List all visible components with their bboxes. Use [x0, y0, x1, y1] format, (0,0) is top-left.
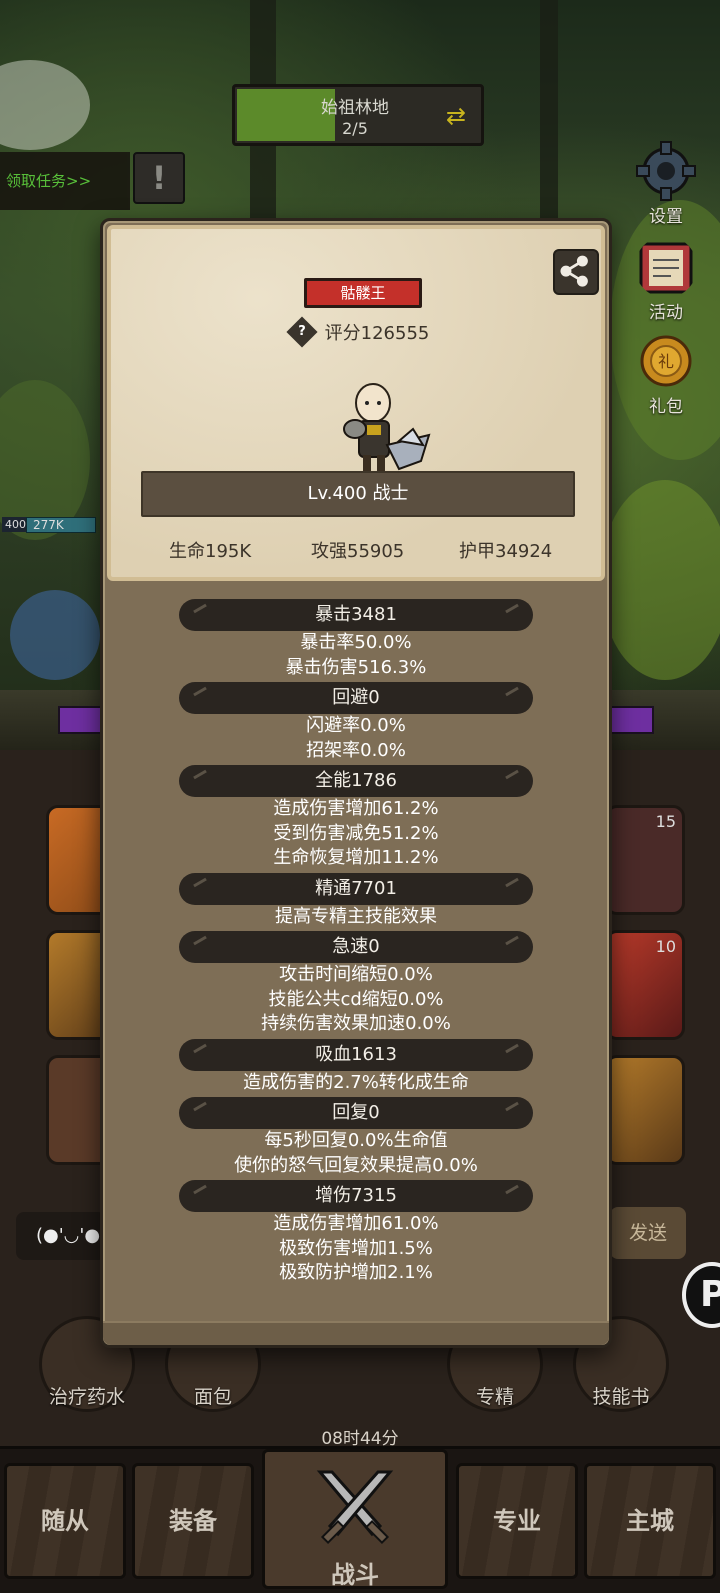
help-icon[interactable]: ? — [286, 316, 318, 348]
slot-count: 15 — [655, 812, 676, 831]
stat-section-header: 增伤7315 — [179, 1180, 533, 1212]
warrior-character-sprite — [343, 383, 431, 477]
stat-detail-line: 极致防护增加2.1% — [279, 1262, 433, 1283]
tab-main-city[interactable]: 主城 — [584, 1463, 716, 1579]
stat-section: 精通7701 提高专精主技能效果 — [103, 872, 609, 930]
activity-button[interactable]: 活动 — [626, 236, 706, 323]
stat-detail-line: 受到伤害减免51.2% — [273, 822, 439, 844]
stat-section: 吸血1613 造成伤害的2.7%转化成生命 — [103, 1038, 609, 1096]
stat-section: 全能1786 造成伤害增加61.2% 受到伤害减免51.2% 生命恢复增加11.2% — [103, 765, 609, 871]
emote-input[interactable]: (●'◡'● — [16, 1212, 106, 1260]
stat-health: 生命195K — [169, 541, 252, 562]
share-icon — [560, 255, 588, 287]
stat-section-header: 急速0 — [179, 931, 533, 963]
tab-battle[interactable]: 战斗 — [262, 1449, 448, 1589]
quick-item-label: 技能书 — [592, 1386, 650, 1408]
stat-detail-line: 生命恢复增加11.2% — [273, 847, 439, 868]
stage-progress-text: 2/5 — [342, 119, 368, 138]
tab-followers[interactable]: 随从 — [4, 1463, 126, 1579]
send-button[interactable]: 发送 — [610, 1207, 686, 1259]
skill-slot[interactable]: 10 — [605, 930, 685, 1040]
gift-coin-icon: 礼 — [640, 335, 692, 387]
gift-pack-label: 礼包 — [649, 397, 683, 417]
alert-icon[interactable]: ! — [133, 152, 185, 204]
stat-detail-line: 提高专精主技能效果 — [275, 905, 437, 927]
scroll-icon — [639, 242, 693, 294]
stat-attack-power: 攻强55905 — [311, 541, 405, 562]
stat-section-header: 全能1786 — [179, 765, 533, 797]
stat-section-header: 暴击3481 — [179, 599, 533, 631]
stat-detail-line: 招架率0.0% — [306, 739, 406, 761]
foliage — [0, 60, 90, 150]
gear-icon — [636, 141, 696, 201]
refresh-icon[interactable]: ⇄ — [441, 103, 471, 129]
slot-count: 10 — [655, 937, 676, 956]
character-stats-popup: 骷髅王 ? 评分126555 Lv.400 战士 生命195K 攻强55905 护… — [100, 218, 612, 1348]
popup-bottom-edge — [103, 1321, 609, 1345]
tab-battle-label: 战斗 — [331, 1561, 379, 1589]
stat-detail-line: 攻击时间缩短0.0% — [279, 964, 433, 985]
stat-detail-line: 持续伤害效果加速0.0% — [261, 1013, 451, 1034]
stat-detail-line: 闪避率0.0% — [306, 715, 406, 736]
stat-section: 急速0 攻击时间缩短0.0% 技能公共cd缩短0.0% 持续伤害效果加速0.0% — [103, 931, 609, 1037]
skill-slot[interactable]: 15 — [605, 805, 685, 915]
pirate-ally-sprite — [10, 590, 100, 680]
stat-detail-line: 暴击伤害516.3% — [285, 656, 427, 678]
quick-item-label: 治疗药水 — [48, 1386, 125, 1408]
stat-section-header: 回避0 — [179, 682, 533, 714]
bottom-navigation: 随从 装备 战斗 专业 主城 — [0, 1446, 720, 1593]
ally-level-tag: 400 — [2, 517, 29, 532]
tab-equipment[interactable]: 装备 — [132, 1463, 254, 1579]
stat-detail-line: 技能公共cd缩短0.0% — [268, 988, 444, 1010]
level-class-bar: Lv.400 战士 — [141, 471, 575, 517]
quick-item-label: 面包 — [193, 1386, 232, 1408]
score-row: ? 评分126555 — [111, 316, 609, 348]
stat-armor: 护甲34924 — [459, 541, 553, 562]
quest-bar[interactable]: 领取任务>> — [0, 152, 130, 210]
stat-detail-line: 每5秒回复0.0%生命值 — [264, 1130, 448, 1151]
quick-item-label: 专精 — [475, 1386, 514, 1408]
stat-section: 回避0 闪避率0.0% 招架率0.0% — [103, 682, 609, 763]
settings-button[interactable]: 设置 — [626, 140, 706, 227]
settings-label: 设置 — [649, 207, 683, 227]
stat-section-header: 吸血1613 — [179, 1038, 533, 1071]
crossed-swords-icon — [316, 1470, 394, 1545]
score-text: 评分126555 — [324, 323, 430, 344]
energy-bar-right — [610, 706, 654, 734]
stat-detail-line: 造成伤害的2.7%转化成生命 — [243, 1071, 469, 1093]
share-button[interactable] — [553, 249, 599, 295]
foliage — [600, 480, 720, 680]
stat-detail-line: 极致伤害增加1.5% — [279, 1237, 433, 1259]
activity-label: 活动 — [649, 303, 683, 323]
stat-section: 增伤7315 造成伤害增加61.0% 极致伤害增加1.5% 极致防护增加2.1% — [103, 1180, 609, 1286]
stat-section-header: 回复0 — [179, 1097, 533, 1129]
tab-profession[interactable]: 专业 — [456, 1463, 578, 1579]
character-title-badge: 骷髅王 — [304, 278, 422, 308]
stat-section-header: 精通7701 — [179, 872, 533, 905]
claim-quest-link[interactable]: 领取任务>> — [6, 170, 91, 191]
svg-text:礼: 礼 — [658, 352, 674, 371]
stage-name: 始祖林地 — [321, 98, 389, 118]
stat-detail-line: 使你的怒气回复效果提高0.0% — [234, 1154, 478, 1176]
stat-detail-line: 暴击率50.0% — [300, 632, 412, 653]
ally-health-bar: 277K — [26, 517, 96, 533]
stage-progress-panel[interactable]: 始祖林地 2/5 ⇄ — [232, 84, 484, 146]
stat-section: 暴击3481 暴击率50.0% 暴击伤害516.3% — [103, 599, 609, 680]
foliage — [0, 380, 90, 540]
stat-detail-line: 造成伤害增加61.2% — [273, 798, 439, 819]
stat-section: 回复0 每5秒回复0.0%生命值使你的怒气回复效果提高0.0% — [103, 1097, 609, 1178]
gift-pack-button[interactable]: 礼 礼包 — [626, 330, 706, 417]
secondary-stats-list: 暴击3481 暴击率50.0% 暴击伤害516.3% 回避0 闪避率0.0% 招架率0.0… — [103, 599, 609, 1288]
stat-detail-line: 造成伤害增加61.0% — [273, 1213, 439, 1234]
skill-slot[interactable] — [605, 1055, 685, 1165]
character-card: 骷髅王 ? 评分126555 Lv.400 战士 生命195K 攻强55905 护… — [107, 225, 605, 581]
